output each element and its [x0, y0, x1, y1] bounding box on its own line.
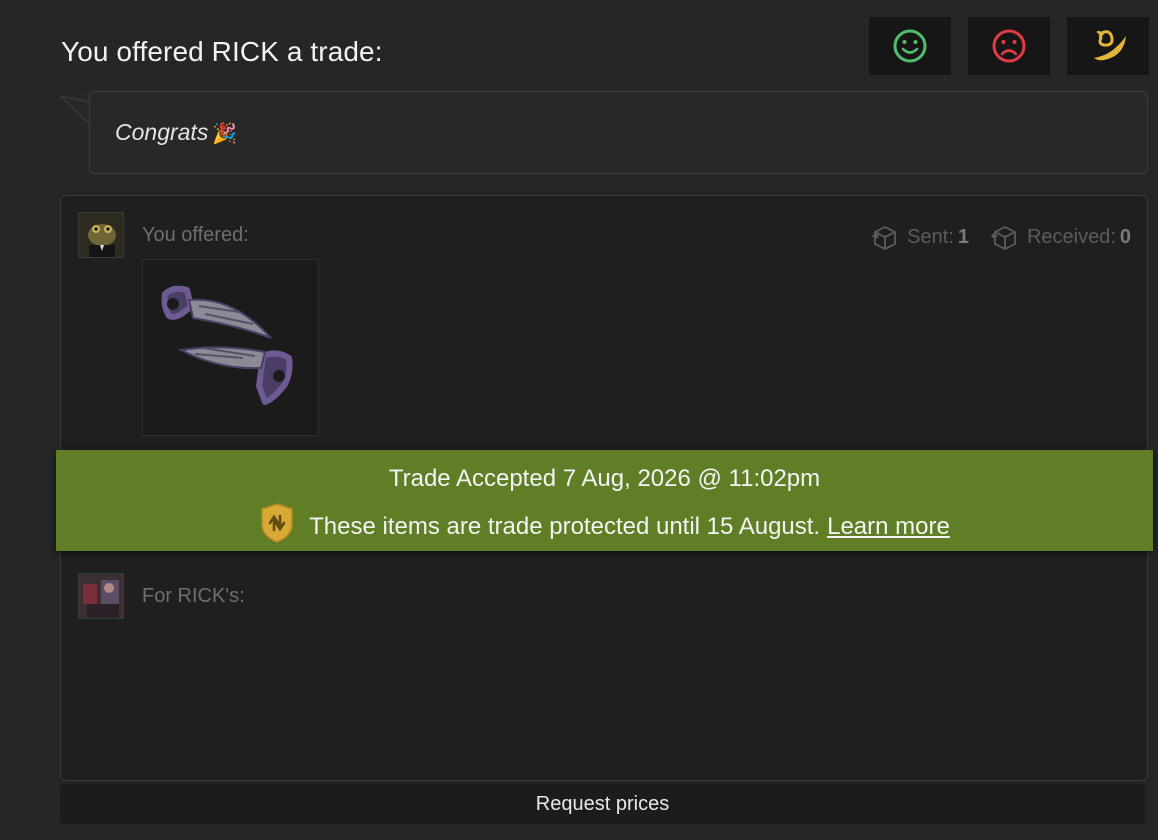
trade-offer-page: You offered RICK a trade: Congrats 🎉 You… [0, 0, 1158, 840]
offered-item-shadow-daggers[interactable] [142, 259, 319, 436]
shadow-daggers-icon [161, 285, 293, 405]
message-bubble: Congrats 🎉 [89, 91, 1148, 174]
trade-accepted-banner: Trade Accepted 7 Aug, 2026 @ 11:02pm The… [56, 450, 1153, 551]
received-count: Received: 0 [990, 224, 1131, 250]
sent-number: 1 [957, 225, 969, 248]
sent-label: Sent: [907, 225, 954, 248]
frog-avatar-icon [79, 213, 123, 257]
request-prices-button[interactable]: Request prices [60, 784, 1145, 824]
you-offered-label: You offered: [142, 224, 249, 246]
bubble-tail [60, 92, 91, 130]
learn-more-link[interactable]: Learn more [827, 513, 950, 541]
for-rick-label: For RICK's: [142, 585, 245, 607]
ram-horn-icon [1094, 30, 1126, 61]
party-popper-emoji: 🎉 [212, 123, 238, 145]
received-number: 0 [1119, 225, 1131, 248]
rick-avatar[interactable] [78, 573, 124, 619]
page-title: You offered RICK a trade: [61, 36, 383, 67]
sent-count: Sent: 1 [871, 224, 969, 250]
trade-protection-text: These items are trade protected until 15… [56, 502, 1153, 551]
received-label: Received: [1026, 225, 1116, 248]
negative-feedback-button[interactable] [968, 17, 1050, 75]
counter-offer-button[interactable] [1067, 17, 1149, 75]
message-text: Congrats 🎉 [115, 119, 237, 146]
rick-avatar-icon [79, 574, 123, 618]
positive-feedback-button[interactable] [869, 17, 951, 75]
item-counts: Sent: 1 Received: 0 [871, 224, 1131, 250]
my-avatar[interactable] [78, 212, 124, 258]
sad-face-icon [992, 29, 1026, 63]
trade-protection-shield-icon [259, 502, 295, 551]
box-received-icon [990, 226, 1016, 250]
message-body: Congrats [115, 119, 209, 145]
trade-accepted-text: Trade Accepted 7 Aug, 2026 @ 11:02pm [388, 465, 821, 492]
box-sent-icon [872, 226, 897, 250]
smiley-icon [893, 29, 927, 63]
trade-protection-message: These items are trade protected until 15… [309, 512, 821, 540]
